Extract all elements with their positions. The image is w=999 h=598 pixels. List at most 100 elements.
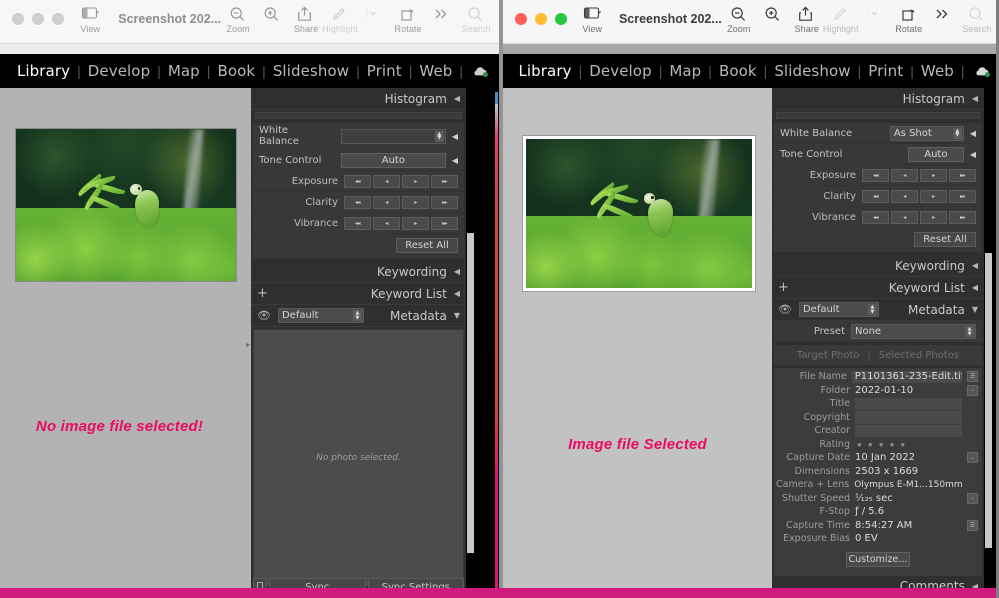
module-print-right[interactable]: Print [861,62,910,80]
stepper-icon[interactable]: ▲▼ [868,304,877,315]
module-develop-right[interactable]: Develop [582,62,658,80]
preview-window-right[interactable]: View Screenshot 202... Zoom [503,0,999,598]
view-toolbar-button-left[interactable]: View [73,0,107,34]
reset-all-button-left[interactable]: Reset All [396,238,458,253]
clarity-decrease-large[interactable]: ◂◂ [862,190,889,203]
star-4-icon[interactable]: ● [890,440,895,449]
maximize-button-icon[interactable] [555,13,567,25]
highlight-button-right[interactable]: Highlight [824,0,858,34]
vibrance-increase-large[interactable]: ▸▸ [949,211,976,224]
metadata-row-rating[interactable]: Rating ● ● ● ● ● [774,438,982,452]
metadata-row-capture-date[interactable]: Capture Date 10 Jan 2022 → [774,451,982,465]
exposure-increase-small[interactable]: ▸ [920,169,947,182]
vibrance-nudge-group-right[interactable]: ◂◂ ◂ ▸ ▸▸ [862,211,976,224]
white-balance-row-left[interactable]: White Balance ▲▼ ◀ [253,123,464,150]
module-book-right[interactable]: Book [712,62,764,80]
module-library-right[interactable]: Library [511,62,578,80]
target-selected-toggle[interactable]: Target Photo | Selected Photos [774,345,982,365]
zoom-out-button-right[interactable]: Zoom [722,0,756,34]
metadata-row-shutter-speed[interactable]: Shutter Speed ¹⁄₁₂₅ sec → [774,492,982,506]
customize-button[interactable]: Customize... [846,552,910,567]
exposure-increase-small[interactable]: ▸ [402,175,429,188]
collapse-triangle-icon[interactable]: ◀ [454,267,460,276]
white-balance-select-left[interactable]: ▲▼ [341,129,446,144]
stepper-icon[interactable]: ▲▼ [353,310,362,321]
close-button-icon[interactable] [12,13,24,25]
keywording-panel-header-left[interactable]: Keywording ◀ [251,261,466,283]
parrot-photo-left[interactable] [16,129,236,281]
exposure-row-left[interactable]: Exposure ◂◂ ◂ ▸ ▸▸ [253,171,464,192]
image-canvas-left[interactable]: No image file selected! ▸ [0,88,251,598]
highlight-dropdown-left[interactable] [357,0,391,24]
metadata-preset-group-right[interactable]: 👁 Default ▲▼ [778,302,879,317]
image-canvas-right[interactable]: Image file Selected [503,88,772,598]
cloud-sync-icon[interactable] [974,65,991,78]
target-photo-tab[interactable]: Target Photo [797,350,860,361]
stepper-icon[interactable]: ▲▼ [953,128,962,139]
metadata-row-capture-time[interactable]: Capture Time 8:54:27 AM ☰ [774,519,982,533]
vibrance-increase-small[interactable]: ▸ [402,217,429,230]
exposure-decrease-small[interactable]: ◂ [373,175,400,188]
lightroom-module-bar-left[interactable]: Library | Develop | Map | Book | Slidesh… [0,54,499,88]
eye-icon[interactable]: 👁 [257,309,271,322]
metadata-panel-header-right[interactable]: 👁 Default ▲▼ Metadata ▼ [772,299,984,321]
vibrance-decrease-large[interactable]: ◂◂ [862,211,889,224]
exposure-nudge-group-left[interactable]: ◂◂ ◂ ▸ ▸▸ [344,175,458,188]
metadata-row-file-name[interactable]: File Name P1101361-235-Edit.tif ☰ [774,370,982,384]
metadata-preset-select-right[interactable]: Default ▲▼ [799,302,879,317]
star-1-icon[interactable]: ● [857,440,862,449]
metadata-row-dimensions[interactable]: Dimensions 2503 x 1669 [774,465,982,479]
panel-scrollbar-thumb-right[interactable] [985,253,992,548]
folder-goto-icon[interactable]: → [967,385,978,396]
module-library-left[interactable]: Library [10,62,77,80]
more-tools-button-left[interactable] [425,0,459,24]
rotate-button-right[interactable]: Rotate [892,0,926,34]
search-button-left[interactable]: Search [459,0,493,34]
white-balance-row-right[interactable]: White Balance As Shot ▲▼ ◀ [774,123,982,144]
panel-collapse-arrow-left[interactable]: ▸ [246,340,250,349]
vibrance-decrease-small[interactable]: ◂ [891,211,918,224]
panel-scrollbar-thumb-left[interactable] [467,233,474,553]
tone-control-expand-icon[interactable]: ◀ [452,156,458,165]
rating-stars[interactable]: ● ● ● ● ● [855,440,905,449]
star-5-icon[interactable]: ● [900,440,905,449]
histogram-panel-header-left[interactable]: Histogram ◀ [251,88,466,110]
metadata-value-folder[interactable]: 2022-01-10 [855,385,962,396]
metadata-value-file-name[interactable]: P1101361-235-Edit.tif [852,371,963,384]
metadata-preset-dropdown[interactable]: None ▲▼ [851,324,976,339]
white-balance-expand-icon[interactable]: ◀ [452,132,458,141]
expand-triangle-icon[interactable]: ▼ [972,305,978,314]
auto-tone-button-right[interactable]: Auto [908,147,964,162]
photo-frame-selected[interactable] [523,136,755,291]
expand-triangle-icon[interactable]: ▼ [454,311,460,320]
add-keyword-icon[interactable]: + [257,287,268,300]
module-web-left[interactable]: Web [412,62,459,80]
clarity-decrease-small[interactable]: ◂ [891,190,918,203]
exposure-nudge-group-right[interactable]: ◂◂ ◂ ▸ ▸▸ [862,169,976,182]
vibrance-decrease-large[interactable]: ◂◂ [344,217,371,230]
cloud-sync-icon[interactable] [472,65,489,78]
module-map-right[interactable]: Map [662,62,708,80]
exposure-decrease-small[interactable]: ◂ [891,169,918,182]
collapse-triangle-icon[interactable]: ◀ [972,94,978,103]
tone-control-row-left[interactable]: Tone Control Auto ◀ [253,150,464,171]
lightroom-module-bar-right[interactable]: Library | Develop | Map | Book | Slidesh… [503,54,999,88]
clarity-decrease-large[interactable]: ◂◂ [344,196,371,209]
highlight-dropdown-right[interactable] [858,0,892,24]
photo-frame-unselected[interactable] [16,129,236,281]
photo-container-left[interactable] [16,129,236,281]
clarity-row-left[interactable]: Clarity ◂◂ ◂ ▸ ▸▸ [253,192,464,213]
stepper-icon[interactable]: ▲▼ [965,326,974,337]
capture-date-goto-icon[interactable]: → [967,452,978,463]
keywording-panel-header-right[interactable]: Keywording ◀ [772,255,984,277]
panel-scrollbar-right[interactable] [984,88,993,598]
auto-tone-button-left[interactable]: Auto [341,153,446,168]
share-button-right[interactable]: Share [790,0,824,34]
vibrance-row-left[interactable]: Vibrance ◂◂ ◂ ▸ ▸▸ [253,213,464,234]
keyword-list-panel-header-right[interactable]: + Keyword List ◀ [772,277,984,299]
module-book-left[interactable]: Book [210,62,262,80]
zoom-in-button-right[interactable] [756,0,790,24]
collapse-triangle-icon[interactable]: ◀ [972,261,978,270]
preview-window-left[interactable]: View Screenshot 202... Zoom [0,0,499,598]
clarity-increase-large[interactable]: ▸▸ [431,196,458,209]
